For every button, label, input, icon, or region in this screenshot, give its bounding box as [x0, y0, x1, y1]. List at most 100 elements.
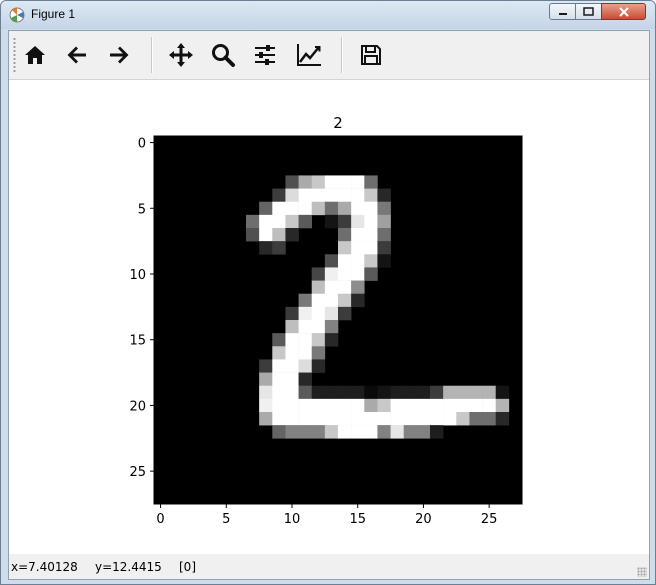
image-pixel: [285, 175, 299, 189]
image-pixel: [285, 201, 299, 216]
zoom-button[interactable]: [207, 39, 239, 71]
image-pixel: [377, 228, 391, 242]
image-pixel: [390, 398, 405, 413]
save-button[interactable]: [355, 39, 387, 71]
status-bar: x=7.40128 y=12.4415 [0]: [9, 554, 649, 579]
image-pixel: [311, 346, 326, 360]
image-pixel: [311, 280, 326, 295]
image-pixel: [351, 412, 365, 426]
pan-button[interactable]: [165, 39, 197, 71]
image-pixel: [351, 228, 365, 242]
y-tick-label: 20: [129, 399, 146, 414]
y-tick-label: 15: [129, 334, 146, 349]
line-chart-icon: [297, 44, 321, 66]
forward-button[interactable]: [103, 39, 135, 71]
image-pixel: [443, 385, 457, 400]
pixel-value-readout: [0]: [179, 560, 196, 574]
image-pixel: [430, 398, 444, 413]
image-plot[interactable]: 2 0 5 10 15 20 25 0 5 10 15 20 25: [9, 80, 649, 554]
image-pixel: [311, 267, 326, 281]
plot-title: 2: [333, 114, 343, 132]
edit-axes-button[interactable]: [293, 39, 325, 71]
image-pixel: [285, 372, 299, 387]
image-pixel: [338, 385, 352, 400]
image-pixel: [285, 412, 299, 426]
image-pixel: [403, 398, 418, 413]
resize-grip[interactable]: [637, 567, 647, 577]
minimize-button[interactable]: [549, 3, 576, 20]
home-icon: [25, 46, 45, 64]
image-pixel: [364, 267, 378, 281]
image-pixel: [338, 280, 352, 295]
maximize-icon: [583, 7, 594, 16]
image-pixel: [338, 228, 352, 242]
back-button[interactable]: [61, 39, 93, 71]
image-pixel: [377, 425, 391, 439]
image-pixel: [311, 333, 326, 347]
image-pixel: [338, 425, 352, 439]
image-pixel: [403, 385, 418, 400]
image-pixel: [456, 398, 470, 413]
image-pixel: [338, 398, 352, 413]
x-tick-label: 5: [222, 512, 230, 527]
image-pixel: [364, 175, 378, 189]
image-pixel: [482, 385, 497, 400]
maximize-button[interactable]: [575, 3, 602, 20]
close-button[interactable]: [601, 3, 646, 20]
image-pixel: [324, 267, 339, 281]
image-pixel: [351, 214, 365, 229]
image-pixel: [403, 412, 418, 426]
image-pixel: [298, 293, 313, 308]
image-pixel: [272, 188, 286, 203]
image-pixel: [351, 267, 365, 281]
image-pixel: [298, 188, 313, 203]
y-tick-label: 25: [129, 465, 146, 480]
image-pixel: [338, 412, 352, 426]
image-pixel: [298, 425, 313, 439]
image-pixel: [351, 241, 365, 255]
cursor-x-readout: x=7.40128: [11, 560, 78, 574]
configure-subplots-button[interactable]: [249, 39, 281, 71]
image-pixel: [377, 398, 391, 413]
home-button[interactable]: [19, 39, 51, 71]
image-pixel: [298, 372, 313, 387]
image-pixel: [324, 293, 339, 308]
toolbar-grip[interactable]: [13, 37, 16, 73]
y-tick-label: 10: [129, 268, 146, 283]
magnifier-icon: [212, 44, 235, 67]
image-pixel: [285, 188, 299, 203]
image-pixel: [416, 385, 431, 400]
image-pixel: [298, 359, 313, 373]
image-pixel: [364, 228, 378, 242]
image-pixel: [311, 412, 326, 426]
image-pixel: [482, 412, 497, 426]
x-tick-label: 0: [156, 512, 164, 527]
image-pixel: [351, 188, 365, 203]
image-pixel: [416, 425, 431, 439]
image-pixel: [285, 385, 299, 400]
image-pixel: [403, 425, 418, 439]
image-pixel: [298, 201, 313, 216]
image-pixel: [259, 359, 273, 373]
x-tick-label: 20: [415, 512, 432, 527]
image-pixel: [272, 425, 286, 439]
image-pixel: [285, 306, 299, 321]
image-pixel: [285, 398, 299, 413]
figure-canvas[interactable]: 2 0 5 10 15 20 25 0 5 10 15 20 25: [9, 80, 649, 554]
image-pixel: [351, 425, 365, 439]
image-pixel: [469, 398, 483, 413]
toolbar-separator: [151, 37, 152, 73]
window-title: Figure 1: [31, 7, 76, 21]
image-pixel: [364, 188, 378, 203]
image-pixel: [351, 201, 365, 216]
title-bar[interactable]: Figure 1: [1, 1, 655, 29]
floppy-disk-icon: [361, 45, 381, 65]
image-pixel: [338, 306, 352, 321]
minimize-icon: [558, 12, 567, 15]
image-pixel: [311, 425, 326, 439]
image-pixel: [272, 346, 286, 360]
image-pixel: [338, 175, 352, 189]
image-pixel: [311, 188, 326, 203]
image-pixel: [338, 267, 352, 281]
image-pixel: [324, 254, 339, 268]
